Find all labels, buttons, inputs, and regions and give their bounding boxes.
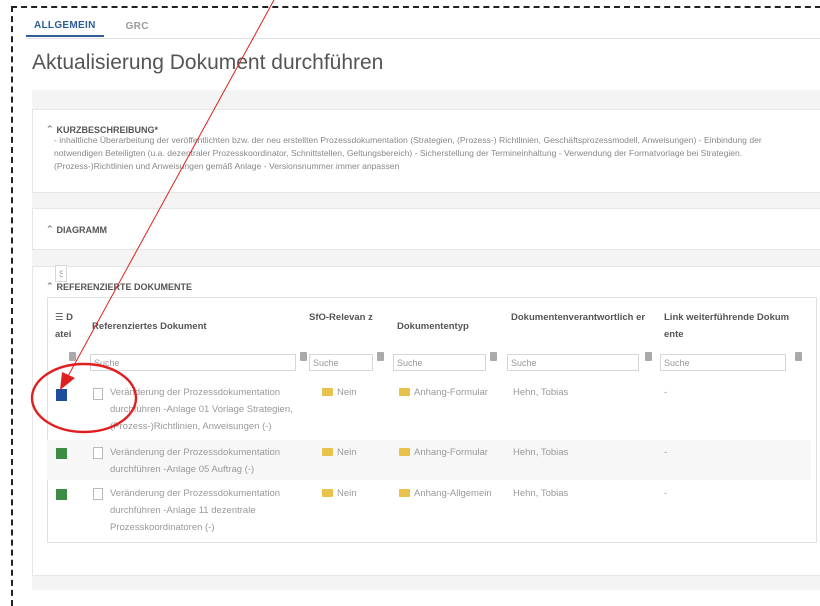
- annotation-overlay: [30, 0, 275, 434]
- annotation-arrow-head: [60, 372, 75, 390]
- annotation-circle: [30, 362, 138, 434]
- annotation-arrow-line: [66, 0, 275, 379]
